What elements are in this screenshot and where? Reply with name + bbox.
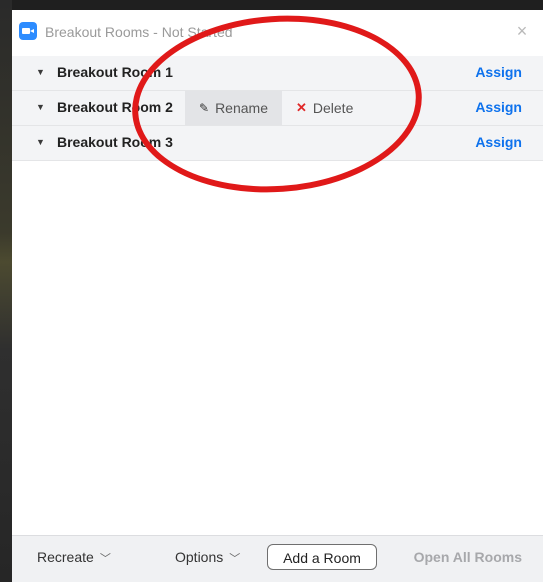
chevron-down-icon: ﹀ (229, 553, 241, 565)
room-row-3[interactable]: ▼ Breakout Room 3 Assign (12, 126, 543, 161)
rename-label: Rename (215, 100, 268, 116)
assign-button[interactable]: Assign (475, 64, 522, 80)
chevron-down-icon: ﹀ (99, 553, 111, 565)
room-row-actions: ✎ Rename ✕ Delete (185, 91, 368, 125)
caret-down-icon[interactable]: ▼ (36, 137, 45, 147)
room-list: ▼ Breakout Room 1 Assign ▼ Breakout Room… (12, 56, 543, 161)
pencil-icon: ✎ (199, 101, 210, 115)
room-row-2[interactable]: ▼ Breakout Room 2 ✎ Rename ✕ Delete Assi… (12, 91, 543, 126)
title-bar: Breakout Rooms - Not Started × (12, 10, 543, 54)
breakout-rooms-window: Breakout Rooms - Not Started × ▼ Breakou… (12, 6, 543, 582)
room-name: Breakout Room 2 (57, 99, 173, 115)
options-dropdown[interactable]: Options ﹀ (175, 549, 240, 566)
zoom-camera-icon (19, 22, 37, 40)
screen-background: Breakout Rooms - Not Started × ▼ Breakou… (0, 0, 543, 582)
open-all-rooms-button[interactable]: Open All Rooms (414, 549, 522, 565)
x-icon: ✕ (295, 100, 307, 115)
add-room-button[interactable]: Add a Room (267, 544, 377, 570)
close-icon[interactable]: × (513, 22, 531, 40)
recreate-dropdown[interactable]: Recreate ﹀ (37, 549, 111, 566)
delete-label: Delete (312, 100, 354, 116)
assign-button[interactable]: Assign (475, 99, 522, 115)
options-label: Options (175, 549, 224, 565)
caret-down-icon[interactable]: ▼ (36, 67, 45, 77)
caret-down-icon[interactable]: ▼ (36, 102, 45, 112)
assign-button[interactable]: Assign (475, 134, 522, 150)
rename-button[interactable]: ✎ Rename (185, 91, 282, 125)
footer-toolbar: Recreate ﹀ Options ﹀ Add a Room Open All R… (12, 535, 543, 582)
room-name: Breakout Room 3 (57, 134, 173, 150)
window-title: Breakout Rooms - Not Started (45, 24, 233, 40)
recreate-label: Recreate (37, 549, 94, 565)
room-row-1[interactable]: ▼ Breakout Room 1 Assign (12, 56, 543, 91)
background-app-strip (0, 0, 12, 582)
delete-button[interactable]: ✕ Delete (281, 91, 368, 125)
room-name: Breakout Room 1 (57, 64, 173, 80)
